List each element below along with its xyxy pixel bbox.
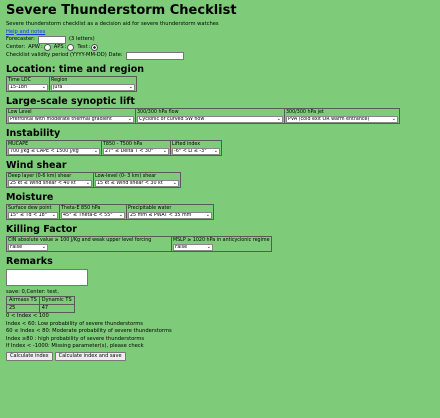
center-option-apw[interactable]: APW: bbox=[28, 44, 51, 52]
index-line: Index ≥80 : high probability of severe t… bbox=[6, 335, 145, 342]
instability-heading: Instability bbox=[6, 127, 61, 139]
index-line: 60 ≤ Index < 80: Moderate probability of… bbox=[6, 328, 172, 334]
low-level-select[interactable]: Prefrontal with moderate thermal gradien… bbox=[8, 115, 134, 123]
airmass-value: 25 bbox=[6, 304, 40, 313]
killing-heading: Killing Factor bbox=[6, 223, 77, 235]
results-table: Airmass TS Dynamic TS 25 47 bbox=[6, 296, 75, 313]
synoptic-table: Low Level Prefrontal with moderate therm… bbox=[6, 107, 400, 124]
chevron-down-icon: ⌄ bbox=[127, 115, 132, 122]
cin-select[interactable]: False ⌄ bbox=[8, 243, 48, 251]
forecaster-row: Forecaster: (3 letters) bbox=[6, 36, 434, 44]
chevron-down-icon: ⌄ bbox=[51, 211, 56, 218]
chevron-down-icon: ⌄ bbox=[206, 243, 211, 250]
index-line: 0 < Index < 100 bbox=[6, 313, 49, 319]
dynamic-value: 47 bbox=[38, 304, 75, 313]
jet-select[interactable]: PVA (cold exit OR warm entrance) ⌄ bbox=[286, 115, 398, 123]
calculate-and-save-button[interactable]: Calculate index and save bbox=[54, 351, 126, 361]
forecaster-input[interactable] bbox=[37, 36, 66, 44]
t850-select[interactable]: 27° ≤ Delta T < 30° ⌄ bbox=[103, 147, 169, 155]
synoptic-heading: Large-scale synoptic lift bbox=[6, 95, 135, 107]
center-row: Center: APW: APS: Test: bbox=[6, 44, 434, 52]
radio-test[interactable] bbox=[91, 44, 99, 52]
deep-shear-select[interactable]: 25 kt ≤ Wind shear < 40 kt ⌄ bbox=[8, 179, 92, 187]
pw-label: Precipitable water bbox=[128, 205, 172, 211]
forecaster-label: Forecaster: bbox=[6, 36, 35, 43]
chevron-down-icon: ⌄ bbox=[213, 147, 218, 154]
remarks-textarea[interactable] bbox=[6, 268, 88, 286]
validity-row: Checklist validity period (YYYY-MM-DD) D… bbox=[6, 51, 434, 60]
low-level-label: Low Level bbox=[8, 109, 32, 115]
jet-label: 300/300 hPa jet bbox=[286, 109, 324, 115]
li-label: Lifted index bbox=[172, 141, 201, 147]
location-heading: Location: time and region bbox=[6, 63, 145, 75]
li-select[interactable]: -6° < LI ≤ -3° ⌄ bbox=[172, 147, 220, 155]
moisture-heading: Moisture bbox=[6, 191, 54, 203]
mucape-label: MUCAPE bbox=[8, 141, 29, 147]
help-link[interactable]: Help and notes bbox=[6, 29, 45, 35]
region-select[interactable]: Jura ⌄ bbox=[51, 83, 135, 91]
chevron-down-icon: ⌄ bbox=[391, 115, 396, 122]
dew-label: Surface dew point bbox=[8, 205, 52, 211]
index-line: If Index < -1000: Missing parameter(s), … bbox=[6, 343, 144, 349]
region-label: Region bbox=[51, 77, 68, 83]
chevron-down-icon: ⌄ bbox=[162, 147, 167, 154]
radio-aps[interactable] bbox=[67, 44, 75, 52]
date-input[interactable] bbox=[125, 51, 184, 60]
center-option-test[interactable]: Test: bbox=[77, 44, 99, 52]
chevron-down-icon: ⌄ bbox=[276, 115, 281, 122]
chevron-down-icon: ⌄ bbox=[41, 243, 46, 250]
flow-label: 300/300 hPa flow bbox=[137, 109, 179, 115]
location-table: Time LDC 15-18h ⌄ Region Jura ⌄ bbox=[6, 75, 137, 92]
remarks-heading: Remarks bbox=[6, 255, 53, 267]
chevron-down-icon: ⌄ bbox=[85, 179, 90, 186]
validity-label: Checklist validity period (YYYY-MM-DD) D… bbox=[6, 51, 123, 58]
time-label: Time LDC bbox=[8, 77, 31, 83]
shear-table: Deep layer (0-6 km) shear 25 kt ≤ Wind s… bbox=[6, 171, 181, 188]
mslp-label: MSLP ≥ 1020 hPa in anticyclonic regime bbox=[173, 237, 270, 243]
chevron-down-icon: ⌄ bbox=[128, 83, 133, 90]
cin-label: CIN absolute value ≥ 100 J/Kg and weak u… bbox=[8, 237, 152, 243]
pw-select[interactable]: 25 mm ≤ PWAT < 35 mm ⌄ bbox=[128, 211, 212, 219]
theta-select[interactable]: 45° ≤ Theta-E < 55° ⌄ bbox=[61, 211, 125, 219]
calculate-index-button[interactable]: Calculate index bbox=[6, 351, 53, 361]
center-option-aps[interactable]: APS: bbox=[54, 44, 75, 52]
t850-label: T850 - T500 hPa bbox=[103, 141, 143, 147]
dew-select[interactable]: 15° ≤ Td < 18° ⌄ bbox=[8, 211, 58, 219]
killing-table: CIN absolute value ≥ 100 J/Kg and weak u… bbox=[6, 235, 272, 252]
shear-heading: Wind shear bbox=[6, 159, 67, 171]
airmass-header: Airmass TS bbox=[6, 296, 40, 305]
radio-apw[interactable] bbox=[43, 44, 51, 52]
mucape-select[interactable]: 700 j/kg ≤ CAPE < 1500 j/kg ⌄ bbox=[8, 147, 100, 155]
chevron-down-icon: ⌄ bbox=[118, 211, 123, 218]
mslp-select[interactable]: False ⌄ bbox=[173, 243, 213, 251]
theta-label: Theta-E 850 hPa bbox=[61, 205, 101, 211]
chevron-down-icon: ⌄ bbox=[93, 147, 98, 154]
dynamic-header: Dynamic TS bbox=[38, 296, 75, 305]
flow-select[interactable]: Cyclonic or curved SW flow ⌄ bbox=[137, 115, 283, 123]
time-select[interactable]: 15-18h ⌄ bbox=[8, 83, 48, 91]
save-status: save: 0,Center: test, bbox=[6, 288, 59, 295]
index-line: Index < 60: Low probability of severe th… bbox=[6, 320, 143, 327]
deep-shear-label: Deep layer (0-6 km) shear bbox=[8, 173, 72, 179]
chevron-down-icon: ⌄ bbox=[172, 179, 177, 186]
low-shear-select[interactable]: 15 kt ≤ Wind shear < 30 kt ⌄ bbox=[95, 179, 179, 187]
intro-text: Severe thunderstorm checklist as a decis… bbox=[6, 21, 219, 27]
moisture-table: Surface dew point 15° ≤ Td < 18° ⌄ Theta-… bbox=[6, 203, 214, 220]
chevron-down-icon: ⌄ bbox=[41, 83, 46, 90]
chevron-down-icon: ⌄ bbox=[205, 211, 210, 218]
page-title: Severe Thunderstorm Checklist bbox=[6, 3, 237, 18]
center-label: Center: bbox=[6, 44, 26, 50]
low-shear-label: Low-level (0- 3 km) shear bbox=[95, 173, 157, 179]
instability-table: MUCAPE 700 j/kg ≤ CAPE < 1500 j/kg ⌄ T850… bbox=[6, 139, 222, 156]
forecaster-hint: (3 letters) bbox=[68, 36, 95, 43]
